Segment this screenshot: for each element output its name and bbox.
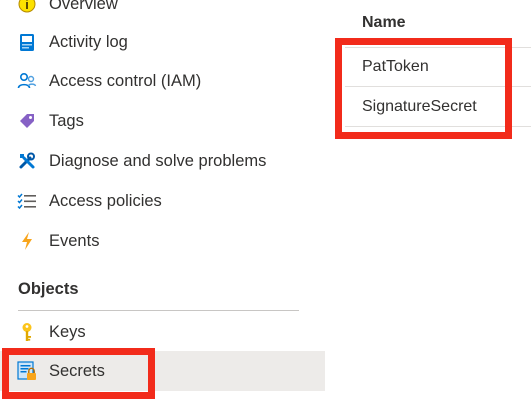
sidebar-item-keys[interactable]: Keys — [0, 312, 325, 352]
sidebar-item-events[interactable]: Events — [0, 221, 325, 261]
section-divider — [18, 310, 299, 311]
sidebar-item-label: Access policies — [49, 191, 162, 210]
sidebar-item-access-policies[interactable]: Access policies — [0, 181, 325, 221]
sidebar-item-label: Tags — [49, 111, 84, 130]
lightning-icon — [16, 230, 38, 252]
table-row[interactable]: SignatureSecret — [345, 88, 531, 127]
sidebar-item-secrets[interactable]: Secrets — [0, 351, 325, 391]
sidebar-item-label: Events — [49, 231, 100, 250]
sidebar-item-tags[interactable]: Tags — [0, 101, 325, 141]
wrench-icon — [16, 150, 38, 172]
secret-name[interactable]: SignatureSecret — [362, 98, 477, 116]
sidebar-item-label: Activity log — [49, 32, 128, 51]
secret-name[interactable]: PatToken — [362, 58, 429, 76]
section-header-objects: Objects — [18, 280, 79, 298]
sidebar-item-label: Diagnose and solve problems — [49, 151, 267, 170]
key-icon — [16, 321, 38, 343]
key-vault-page: Overview Activity log Access control (IA… — [0, 0, 531, 403]
sidebar-item-access-control[interactable]: Access control (IAM) — [0, 61, 325, 101]
table-row[interactable]: PatToken — [345, 48, 531, 87]
tag-icon — [16, 110, 38, 132]
sidebar-item-label: Access control (IAM) — [49, 71, 202, 90]
column-header-name[interactable]: Name — [362, 14, 406, 32]
secret-icon — [16, 360, 38, 382]
sidebar-item-label: Overview — [49, 0, 118, 13]
sidebar-item-overview[interactable]: Overview — [0, 0, 325, 24]
sidebar-item-activity-log[interactable]: Activity log — [0, 22, 325, 62]
info-icon — [16, 0, 38, 15]
checklist-icon — [16, 190, 38, 212]
people-icon — [16, 70, 38, 92]
sidebar-item-diagnose[interactable]: Diagnose and solve problems — [0, 141, 325, 181]
sidebar-item-label: Secrets — [49, 361, 105, 380]
sidebar-item-label: Keys — [49, 322, 86, 341]
activity-log-icon — [16, 31, 38, 53]
